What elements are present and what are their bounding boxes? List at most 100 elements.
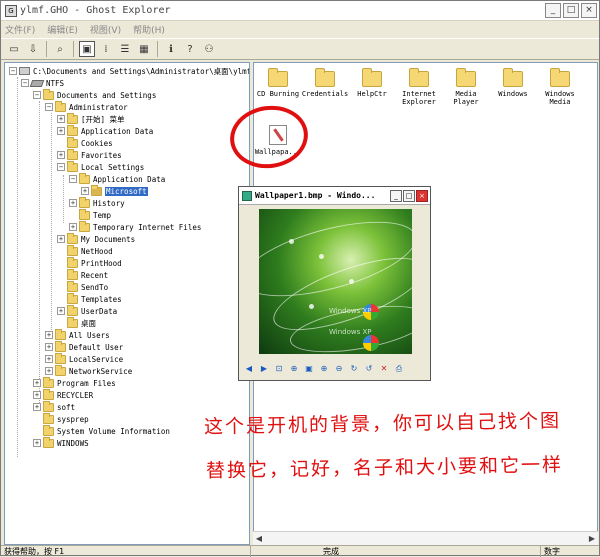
expand-toggle[interactable]: +: [57, 115, 65, 123]
tree-item-localservice[interactable]: + LocalService: [45, 352, 123, 365]
expand-toggle[interactable]: +: [57, 307, 65, 315]
rotate-cw-icon[interactable]: ↻: [348, 363, 360, 375]
tree-item-start-menu[interactable]: + [开始] 菜单: [57, 112, 125, 125]
tree-item-nethood[interactable]: NetHood: [57, 244, 113, 257]
scroll-right-icon[interactable]: ▶: [586, 533, 598, 545]
file-item[interactable]: Media Player: [442, 68, 490, 106]
open-icon[interactable]: ▭: [6, 41, 22, 57]
tree-item-desktop[interactable]: 桌面: [57, 316, 96, 329]
actual-size-icon[interactable]: ⊕: [288, 363, 300, 375]
tree-item-documents-and-settings[interactable]: − Documents and Settings: [33, 88, 156, 101]
slideshow-icon[interactable]: ▣: [303, 363, 315, 375]
expand-toggle[interactable]: +: [33, 403, 41, 411]
tree-item-system-volume-information[interactable]: System Volume Information: [33, 424, 170, 437]
expand-toggle[interactable]: +: [69, 199, 77, 207]
delete-icon[interactable]: ✕: [378, 363, 390, 375]
tree-item-program-files[interactable]: + Program Files: [33, 376, 116, 389]
menu-file[interactable]: 文件(F): [5, 23, 35, 36]
tree-item-application-data[interactable]: + Application Data: [57, 124, 153, 137]
tree-item-templates[interactable]: Templates: [57, 292, 122, 305]
tree-item-printhood[interactable]: PrintHood: [57, 256, 122, 269]
expand-toggle[interactable]: +: [57, 151, 65, 159]
print-icon[interactable]: ⎙: [393, 363, 405, 375]
info-icon[interactable]: ℹ: [163, 41, 179, 57]
collapse-toggle[interactable]: −: [57, 163, 65, 171]
expand-toggle[interactable]: +: [45, 367, 53, 375]
tree-item-all-users[interactable]: + All Users: [45, 328, 110, 341]
tree-item-recycler[interactable]: + RECYCLER: [33, 388, 93, 401]
viewer-minimize-button[interactable]: _: [390, 189, 402, 202]
tree-item-microsoft[interactable]: + Microsoft: [81, 184, 148, 197]
file-item[interactable]: Windows Media: [536, 68, 584, 106]
search-icon[interactable]: ⌕: [52, 41, 68, 57]
collapse-toggle[interactable]: −: [33, 91, 41, 99]
tree-item-history[interactable]: + History: [69, 196, 125, 209]
file-item[interactable]: Windows: [489, 68, 537, 98]
best-fit-icon[interactable]: ⊡: [273, 363, 285, 375]
horizontal-scrollbar[interactable]: ◀ ▶: [253, 531, 598, 545]
expand-toggle[interactable]: +: [45, 343, 53, 351]
tree-item-administrator[interactable]: − Administrator: [45, 100, 128, 113]
file-item[interactable]: CD Burning: [254, 68, 302, 98]
zoom-out-icon[interactable]: ⊖: [333, 363, 345, 375]
expand-toggle[interactable]: +: [33, 379, 41, 387]
file-item[interactable]: HelpCtr: [348, 68, 396, 98]
details-view-icon[interactable]: ▦: [136, 41, 152, 57]
expand-toggle[interactable]: +: [57, 127, 65, 135]
tree-item-soft[interactable]: + soft: [33, 400, 75, 413]
tree-item-networkservice[interactable]: + NetworkService: [45, 364, 132, 377]
tree-item-local-application-data[interactable]: − Application Data: [69, 172, 165, 185]
expand-toggle[interactable]: +: [81, 187, 89, 195]
menu-edit[interactable]: 编辑(E): [47, 23, 78, 36]
tree-item-cookies[interactable]: Cookies: [57, 136, 113, 149]
image-viewer-window[interactable]: Wallpaper1.bmp - Windo... _ □ × Windows …: [238, 186, 431, 381]
expand-toggle[interactable]: +: [45, 331, 53, 339]
tree-item-default-user[interactable]: + Default User: [45, 340, 123, 353]
expand-toggle[interactable]: +: [69, 223, 77, 231]
file-item[interactable]: Credentials: [301, 68, 349, 98]
tree-item-local-settings[interactable]: − Local Settings: [57, 160, 144, 173]
scroll-left-icon[interactable]: ◀: [253, 533, 265, 545]
maximize-button[interactable]: □: [563, 3, 579, 18]
help-icon[interactable]: ?: [182, 41, 198, 57]
list-view-icon[interactable]: ☰: [117, 41, 133, 57]
title-bar[interactable]: G ylmf.GHO - Ghost Explorer _ □ ×: [1, 1, 599, 21]
viewer-maximize-button[interactable]: □: [403, 189, 415, 202]
tree-item-temporary-internet-files[interactable]: + Temporary Internet Files: [69, 220, 201, 233]
tree-item-temp[interactable]: Temp: [69, 208, 111, 221]
tree-item-windows[interactable]: + WINDOWS: [33, 436, 89, 449]
tree-item-sendto[interactable]: SendTo: [57, 280, 108, 293]
collapse-toggle[interactable]: −: [69, 175, 77, 183]
close-button[interactable]: ×: [581, 3, 597, 18]
viewer-title: Wallpaper1.bmp - Windo...: [255, 191, 376, 200]
viewer-title-bar[interactable]: Wallpaper1.bmp - Windo... _ □ ×: [239, 187, 430, 205]
tree-item-userdata[interactable]: + UserData: [57, 304, 117, 317]
small-icons-view-icon[interactable]: ⁞: [98, 41, 114, 57]
zoom-in-icon[interactable]: ⊕: [318, 363, 330, 375]
rotate-ccw-icon[interactable]: ↺: [363, 363, 375, 375]
about-icon[interactable]: ⚇: [201, 41, 217, 57]
expand-toggle[interactable]: +: [33, 391, 41, 399]
expand-toggle[interactable]: +: [33, 439, 41, 447]
expand-toggle[interactable]: +: [45, 355, 53, 363]
collapse-toggle[interactable]: −: [45, 103, 53, 111]
tree-item-ntfs[interactable]: − NTFS: [21, 77, 64, 89]
menu-view[interactable]: 视图(V): [90, 23, 121, 36]
prev-icon[interactable]: ◀: [243, 363, 255, 375]
tree-item-my-documents[interactable]: + My Documents: [57, 232, 135, 245]
viewer-close-button[interactable]: ×: [416, 189, 428, 202]
tree-item-root[interactable]: − C:\Documents and Settings\Administrato…: [9, 65, 249, 77]
collapse-toggle[interactable]: −: [9, 67, 17, 75]
expand-toggle[interactable]: +: [57, 235, 65, 243]
tree-item-recent[interactable]: Recent: [57, 268, 108, 281]
tree-item-label: System Volume Information: [57, 426, 170, 436]
tree-item-sysprep[interactable]: sysprep: [33, 412, 89, 425]
file-item[interactable]: Internet Explorer: [395, 68, 443, 106]
collapse-toggle[interactable]: −: [21, 79, 29, 87]
extract-icon[interactable]: ⇩: [25, 41, 41, 57]
large-icons-view-icon[interactable]: ▣: [79, 41, 95, 57]
next-icon[interactable]: ▶: [258, 363, 270, 375]
menu-help[interactable]: 帮助(H): [133, 23, 165, 36]
tree-item-favorites[interactable]: + Favorites: [57, 148, 122, 161]
minimize-button[interactable]: _: [545, 3, 561, 18]
